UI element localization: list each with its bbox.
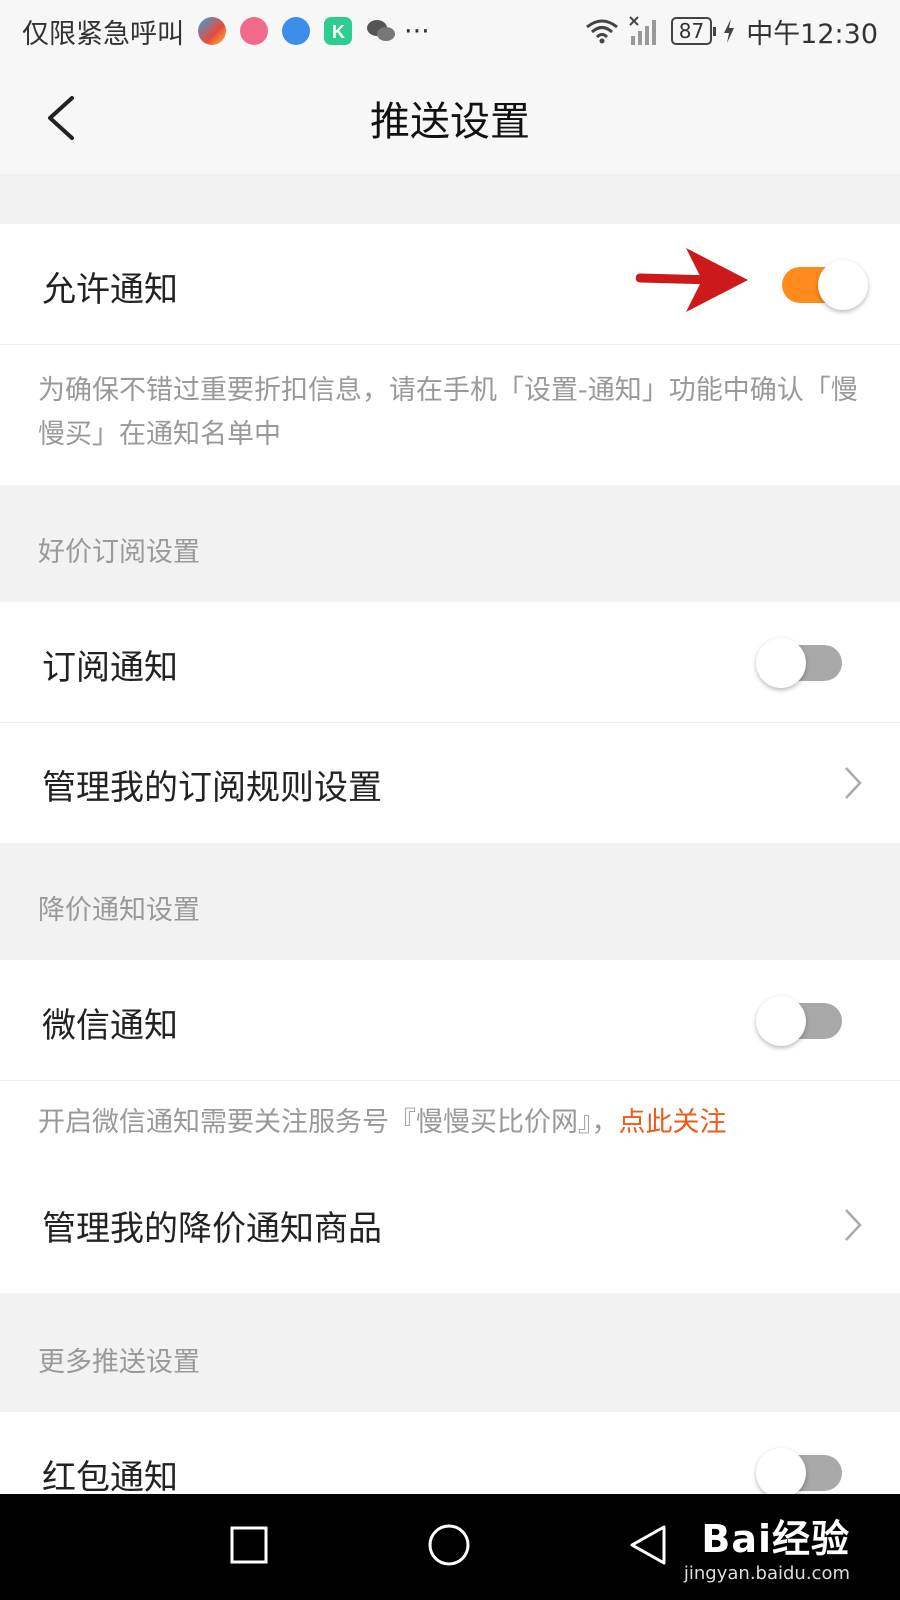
red-packet-notify-label: 红包通知 [42, 1458, 178, 1498]
manage-rules-row[interactable]: 管理我的订阅规则设置 [0, 723, 900, 843]
baidu-watermark: Bai经验 jingyan.baidu.com [684, 1508, 850, 1584]
allow-notify-hint: 为确保不错过重要折扣信息，请在手机「设置-通知」功能中确认「慢慢买」在通知名单中 [38, 375, 858, 450]
carrier-text: 仅限紧急呼叫 [22, 18, 184, 50]
wechat-notify-row[interactable]: 微信通知 [0, 960, 900, 1080]
wechat-hint: 开启微信通知需要关注服务号『慢慢买比价网』，点此关注 [38, 1101, 862, 1145]
chevron-right-icon [845, 767, 862, 799]
app-k-icon: K [324, 17, 352, 45]
signal-icon [629, 16, 656, 45]
wechat-icon [366, 17, 395, 45]
toggle-knob [818, 260, 868, 310]
toggle-knob [756, 1448, 806, 1498]
subscribe-notify-toggle[interactable] [756, 638, 842, 688]
red-packet-notify-toggle[interactable] [756, 1448, 842, 1498]
home-button[interactable] [428, 1524, 470, 1570]
triangle-back-icon [630, 1525, 666, 1565]
back-nav-button[interactable] [628, 1524, 668, 1570]
watermark-url: jingyan.baidu.com [683, 1563, 850, 1584]
annotation-arrow-icon [636, 248, 748, 312]
allow-notify-row[interactable]: 允许通知 [0, 224, 900, 344]
section-title-more: 更多推送设置 [38, 1347, 200, 1378]
app-piggy-icon [240, 17, 268, 45]
allow-notify-toggle[interactable] [782, 260, 868, 310]
wechat-notify-toggle[interactable] [756, 996, 842, 1046]
manage-goods-label: 管理我的降价通知商品 [42, 1209, 382, 1249]
wechat-hint-block: 开启微信通知需要关注服务号『慢慢买比价网』，点此关注 [0, 1081, 900, 1171]
clock: 中午12:30 [746, 18, 878, 50]
allow-notify-label: 允许通知 [42, 270, 178, 310]
wechat-notify-label: 微信通知 [42, 1006, 178, 1046]
allow-notify-hint-block: 为确保不错过重要折扣信息，请在手机「设置-通知」功能中确认「慢慢买」在通知名单中 [0, 345, 900, 485]
page-title: 推送设置 [370, 99, 530, 145]
toggle-knob [756, 638, 806, 688]
nav-bar: 推送设置 [0, 62, 900, 174]
chevron-right-icon [845, 1209, 862, 1241]
battery-indicator: 87 [670, 17, 717, 45]
section-title-price-drop: 降价通知设置 [38, 895, 200, 926]
svg-text:K: K [332, 22, 345, 42]
circle-icon [428, 1524, 470, 1566]
status-left: 仅限紧急呼叫 K ··· [22, 12, 430, 51]
section-title-deal: 好价订阅设置 [38, 537, 200, 568]
chevron-left-icon [48, 96, 74, 140]
wechat-hint-text: 开启微信通知需要关注服务号『慢慢买比价网』， [38, 1107, 619, 1138]
square-icon [230, 1526, 268, 1564]
status-bar: 仅限紧急呼叫 K ··· 87 中午12:30 [0, 0, 900, 62]
charging-icon [724, 19, 735, 43]
system-nav-bar: Bai经验 jingyan.baidu.com [0, 1494, 900, 1600]
status-right: 87 中午12:30 [585, 12, 878, 51]
subscribe-notify-label: 订阅通知 [42, 648, 178, 688]
manage-goods-row[interactable]: 管理我的降价通知商品 [0, 1171, 900, 1293]
follow-link[interactable]: 点此关注 [619, 1107, 727, 1138]
app-globe-icon [282, 17, 310, 45]
watermark-brand: Bai经验 [701, 1517, 850, 1561]
back-button[interactable] [40, 92, 84, 144]
wifi-icon [585, 19, 618, 44]
toggle-knob [756, 996, 806, 1046]
subscribe-notify-row[interactable]: 订阅通知 [0, 602, 900, 722]
more-notifications: ··· [404, 15, 430, 47]
manage-rules-label: 管理我的订阅规则设置 [42, 768, 382, 808]
app-browser-icon [198, 17, 226, 45]
recent-apps-button[interactable] [230, 1526, 268, 1568]
